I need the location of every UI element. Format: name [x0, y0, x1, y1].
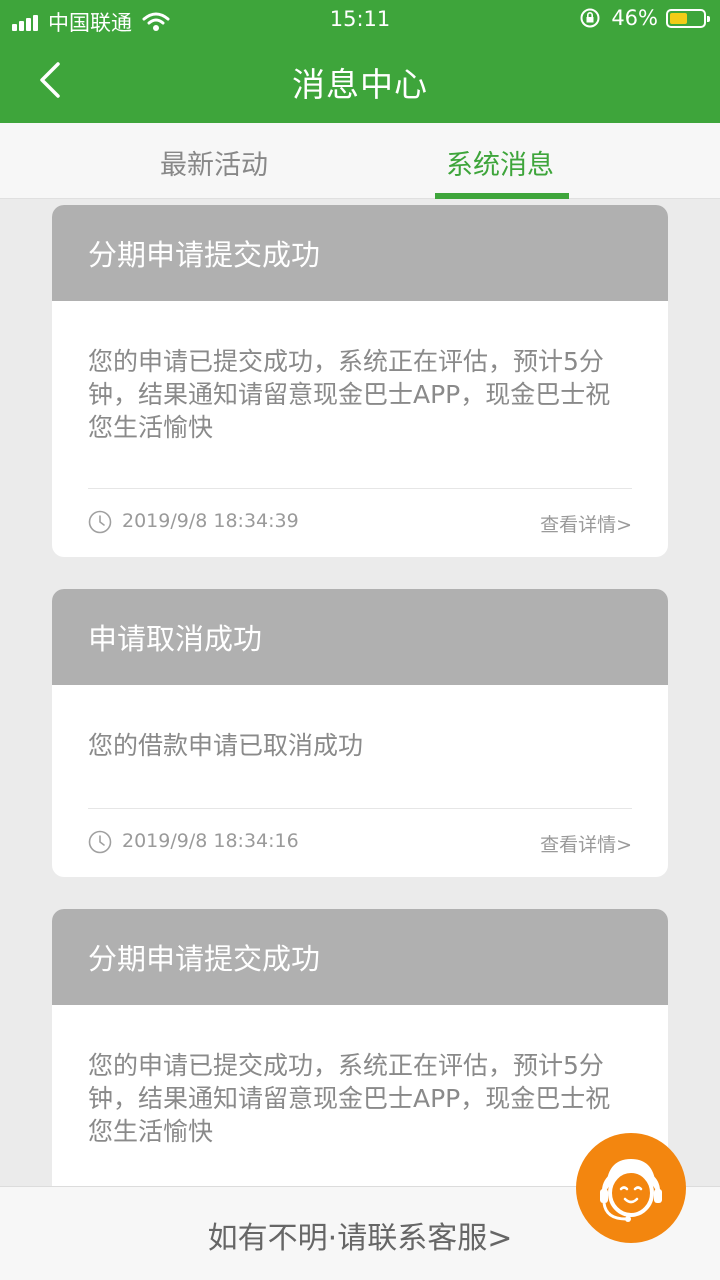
nav-bar: 消息中心 — [0, 40, 720, 123]
view-details-link[interactable]: 查看详情> — [540, 510, 632, 537]
message-timestamp: 2019/9/8 18:34:39 — [122, 510, 299, 532]
battery-icon — [666, 8, 710, 28]
message-footer: 2019/9/8 18:34:39 查看详情> — [88, 488, 632, 557]
clock-icon — [88, 510, 112, 534]
message-footer: 2019/9/8 18:34:16 查看详情> — [88, 808, 632, 877]
battery-percent: 46% — [611, 6, 658, 30]
message-body: 您的申请已提交成功，系统正在评估，预计5分钟，结果通知请留意现金巴士APP，现金… — [88, 1051, 611, 1146]
message-card[interactable]: 申请取消成功 您的借款申请已取消成功 2019/9/8 18:34:16 查看详… — [52, 589, 668, 877]
rotation-lock-icon — [580, 8, 600, 28]
view-details-link[interactable]: 查看详情> — [540, 830, 632, 857]
page-title: 消息中心 — [292, 65, 428, 104]
tab-system-messages[interactable]: 系统消息 — [446, 143, 554, 182]
customer-service-button[interactable] — [576, 1133, 686, 1243]
tab-bar: 最新活动 系统消息 — [0, 123, 720, 199]
top-bar: 中国联通 15:11 46% 消息中心 — [0, 0, 720, 123]
message-timestamp: 2019/9/8 18:34:16 — [122, 830, 299, 852]
message-title: 分期申请提交成功 — [52, 909, 668, 1005]
message-body: 您的借款申请已取消成功 — [88, 731, 364, 760]
clock-icon — [88, 830, 112, 854]
message-card[interactable]: 分期申请提交成功 您的申请已提交成功，系统正在评估，预计5分钟，结果通知请留意现… — [52, 205, 668, 557]
status-right: 46% — [579, 6, 710, 30]
message-body: 您的申请已提交成功，系统正在评估，预计5分钟，结果通知请留意现金巴士APP，现金… — [88, 347, 611, 442]
tab-latest-activity[interactable]: 最新活动 — [160, 143, 268, 182]
status-bar: 中国联通 15:11 46% — [0, 0, 720, 40]
message-title: 分期申请提交成功 — [52, 205, 668, 301]
active-tab-indicator — [435, 193, 569, 199]
customer-service-icon — [600, 1159, 662, 1222]
message-title: 申请取消成功 — [52, 589, 668, 685]
